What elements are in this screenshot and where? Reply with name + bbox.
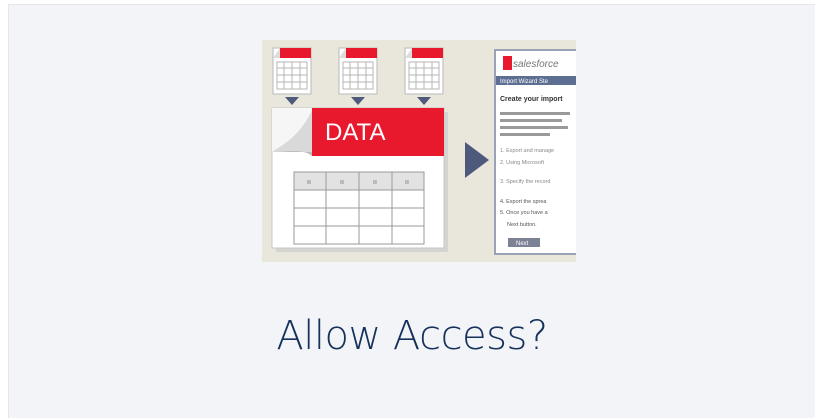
import-wizard-window: salesforce Import Wizard Ste Create your…	[494, 49, 576, 255]
wizard-header: Import Wizard Ste	[500, 79, 549, 85]
data-label: DATA	[325, 119, 385, 146]
wizard-step-2: 2. Using Microsoft	[500, 160, 544, 166]
data-import-illustration: DATA ıı ıı ıı ıı salesforce Import Wizar…	[262, 40, 576, 262]
wizard-step-5-cont: Next button.	[507, 222, 537, 228]
dialog-title: Allow Access?	[276, 313, 548, 359]
table-header-glyph: ıı	[340, 179, 344, 186]
wizard-step-1: 1. Export and manage	[500, 148, 554, 154]
table-header-glyph: ıı	[405, 179, 409, 186]
next-button-label: Next	[516, 241, 529, 247]
wizard-step-3: 3. Specify the record	[500, 179, 550, 185]
dialog-panel: DATA ıı ıı ıı ıı salesforce Import Wizar…	[8, 4, 815, 418]
app-logo: salesforce	[513, 59, 559, 70]
table-header-glyph: ıı	[307, 179, 311, 186]
wizard-step-4: 4. Export the sprea	[500, 199, 547, 205]
wizard-heading: Create your import	[500, 96, 563, 103]
table-header-glyph: ıı	[373, 179, 377, 186]
wizard-step-5: 5. Once you have a	[500, 210, 549, 216]
data-sheet-icon: DATA ıı ıı ıı ıı	[271, 107, 448, 252]
